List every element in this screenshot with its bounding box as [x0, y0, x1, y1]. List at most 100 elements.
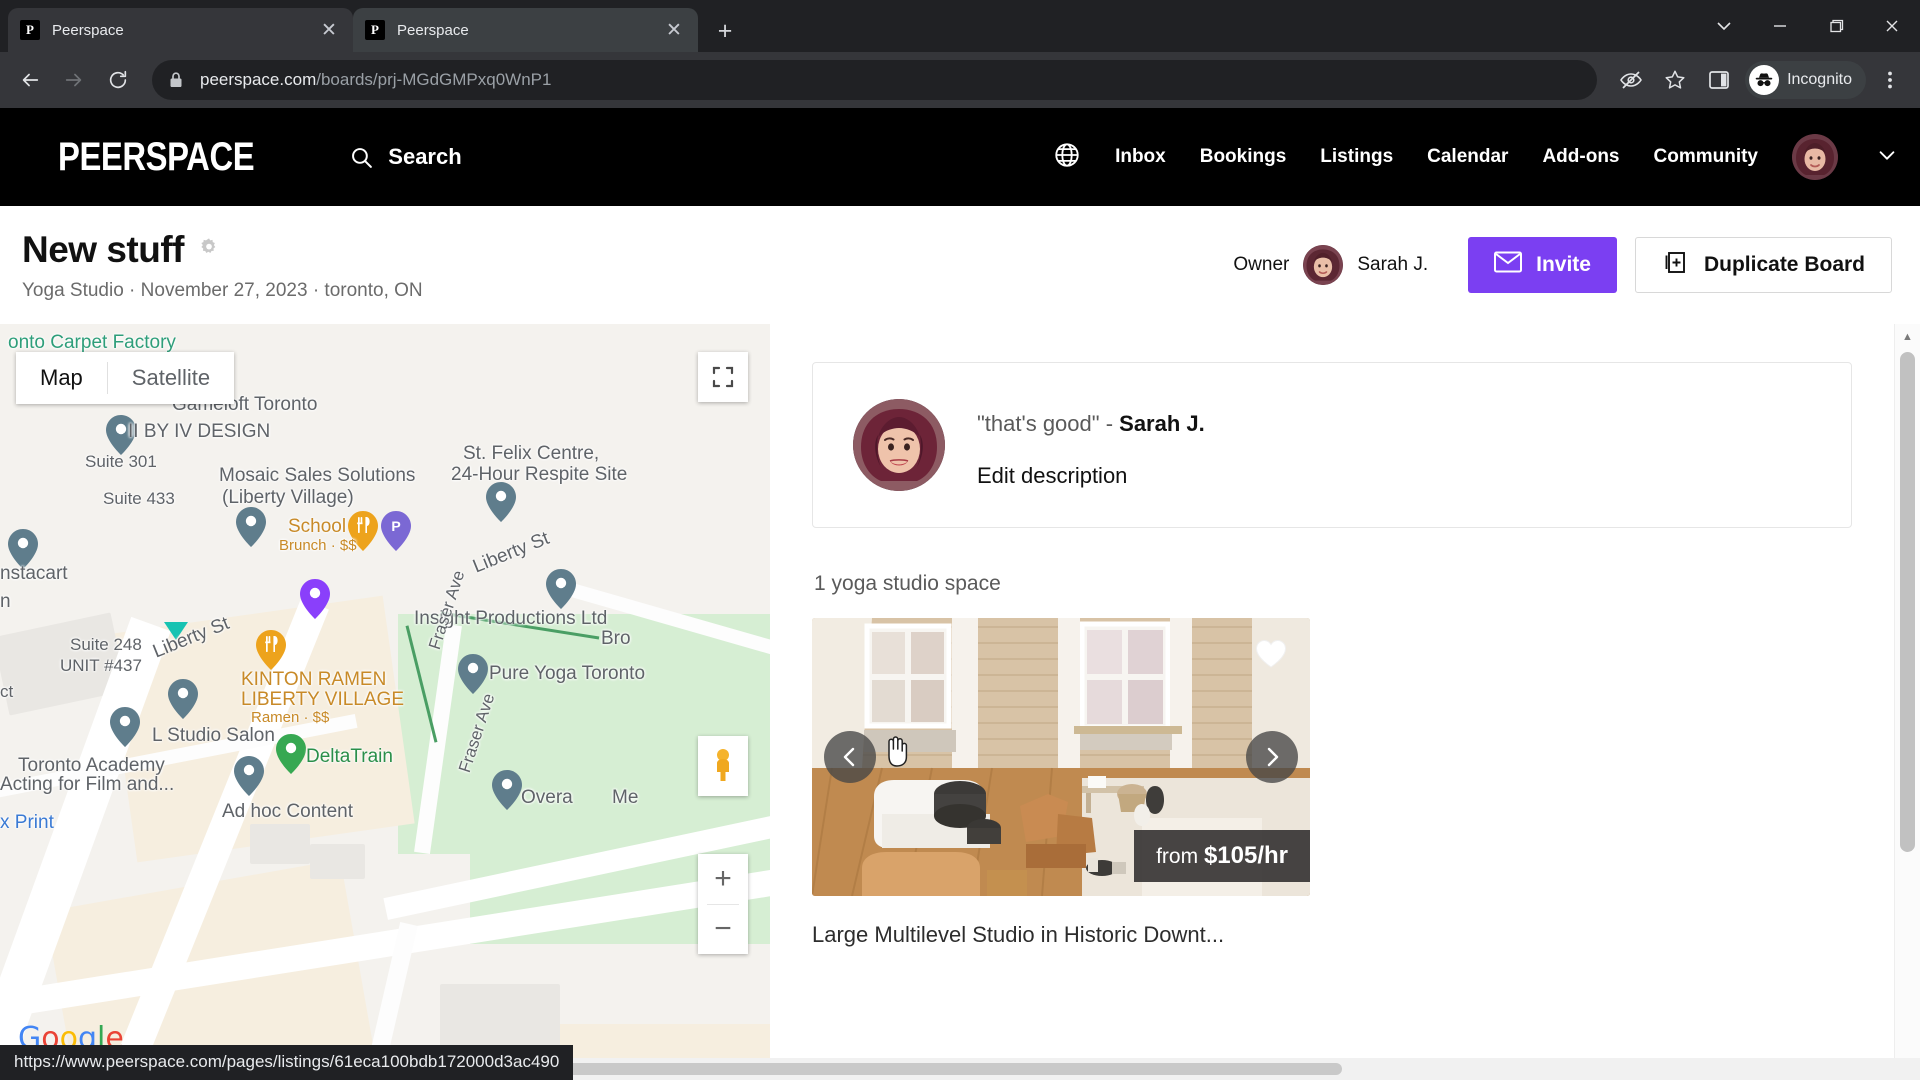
zoom-out-button[interactable]: − [698, 905, 748, 955]
scroll-up-arrow[interactable]: ▲ [1895, 324, 1920, 350]
listing-image[interactable]: from $105/hr [812, 618, 1310, 896]
tab-strip: P Peerspace ✕ P Peerspace ✕ + [0, 0, 1920, 52]
comment-avatar [853, 399, 945, 491]
map-pin-marker[interactable] [234, 756, 264, 796]
gear-icon[interactable] [198, 236, 220, 263]
price-badge: from $105/hr [1134, 830, 1310, 882]
nav-item-listings[interactable]: Listings [1320, 146, 1393, 168]
edit-description-link[interactable]: Edit description [977, 463, 1205, 489]
map-pin-marker[interactable] [492, 770, 522, 810]
map-fullscreen-button[interactable] [698, 352, 748, 402]
nav-item-calendar[interactable]: Calendar [1427, 146, 1508, 168]
svg-text:P: P [391, 518, 400, 534]
map-label: School [288, 516, 347, 537]
map-pin-marker[interactable] [546, 569, 576, 609]
browser-tab-1[interactable]: P Peerspace ✕ [8, 8, 353, 52]
map-pin-marker[interactable] [236, 507, 266, 547]
main-content: P onto Carpet Factory Gameloft Toronto II … [0, 324, 1920, 1080]
board-title-row: New stuff [22, 229, 423, 271]
price-prefix: from [1156, 845, 1204, 868]
scrollbar-thumb[interactable] [1900, 352, 1915, 852]
close-tab-icon[interactable]: ✕ [662, 18, 686, 42]
carousel-prev-button[interactable] [824, 731, 876, 783]
heart-icon[interactable] [1254, 638, 1288, 675]
search-button[interactable]: Search [349, 144, 462, 170]
nav-item-community[interactable]: Community [1654, 146, 1759, 168]
url-text: peerspace.com/boards/prj-MGdGMPxq0WnP1 [200, 70, 552, 89]
three-dot-menu-icon[interactable] [1870, 60, 1910, 100]
map-label: KINTON RAMEN [241, 669, 387, 690]
invite-button[interactable]: Invite [1468, 237, 1617, 293]
nav-item-bookings[interactable]: Bookings [1200, 146, 1287, 168]
map-pin-marker[interactable] [256, 630, 286, 670]
map-label: ct [0, 682, 14, 701]
map-zoom-controls: + − [698, 854, 748, 954]
comment-quote: "that's good" [977, 411, 1100, 436]
vertical-scrollbar[interactable]: ▲ [1894, 324, 1920, 1080]
minimize-button[interactable] [1752, 0, 1808, 52]
map-pin-marker[interactable] [486, 482, 516, 522]
page-viewport: PEERSPACE Search Inbox Bookings Listings… [0, 108, 1920, 1080]
nav-item-addons[interactable]: Add-ons [1542, 146, 1619, 168]
map-type-map[interactable]: Map [16, 352, 107, 404]
map-panel[interactable]: P onto Carpet Factory Gameloft Toronto II … [0, 324, 770, 1080]
side-panel-icon[interactable] [1699, 60, 1739, 100]
reload-icon[interactable] [98, 60, 138, 100]
duplicate-board-button[interactable]: Duplicate Board [1634, 237, 1892, 293]
search-icon [352, 147, 373, 168]
map-pin-marker[interactable] [168, 679, 198, 719]
user-avatar[interactable] [1792, 134, 1838, 180]
map-label: nstacart [0, 563, 68, 584]
map-label: x Print [0, 812, 54, 833]
browser-toolbar: peerspace.com/boards/prj-MGdGMPxq0WnP1 I… [0, 52, 1920, 108]
map-label: UNIT #437 [60, 656, 142, 675]
map-label: n [0, 591, 11, 612]
map-pin-marker[interactable] [110, 707, 140, 747]
chevron-down-icon[interactable] [1876, 144, 1898, 171]
comment-dash: - [1099, 411, 1120, 436]
map-pin-marker[interactable] [276, 734, 306, 774]
comment-body: "that's good" - Sarah J. Edit descriptio… [977, 399, 1205, 489]
browser-window: P Peerspace ✕ P Peerspace ✕ + peerspace.… [0, 0, 1920, 1080]
bookmark-star-icon[interactable] [1655, 60, 1695, 100]
carousel-next-button[interactable] [1246, 731, 1298, 783]
address-bar[interactable]: peerspace.com/boards/prj-MGdGMPxq0WnP1 [152, 60, 1598, 100]
back-arrow-icon[interactable] [10, 60, 50, 100]
forward-arrow-icon[interactable] [54, 60, 94, 100]
maximize-button[interactable] [1808, 0, 1864, 52]
eye-slash-icon[interactable] [1611, 60, 1651, 100]
listing-title[interactable]: Large Multilevel Studio in Historic Down… [812, 922, 1310, 948]
map-pin-marker[interactable] [300, 579, 330, 619]
peerspace-logo[interactable]: PEERSPACE [58, 135, 255, 180]
incognito-label: Incognito [1787, 71, 1852, 88]
zoom-in-button[interactable]: + [698, 854, 748, 904]
map-label: Overa [521, 787, 573, 808]
tab-title: Peerspace [397, 21, 469, 39]
envelope-icon [1494, 251, 1523, 279]
nav-item-inbox[interactable]: Inbox [1115, 146, 1166, 168]
incognito-indicator[interactable]: Incognito [1745, 61, 1866, 99]
browser-tab-2[interactable]: P Peerspace ✕ [353, 8, 698, 52]
search-label: Search [388, 144, 462, 169]
map-label: II BY IV DESIGN [128, 421, 271, 442]
map-label: 24-Hour Respite Site [451, 464, 628, 485]
map-pin-marker[interactable] [458, 654, 488, 694]
board-info: New stuff Yoga Studio · November 27, 202… [22, 229, 423, 302]
board-details-panel: "that's good" - Sarah J. Edit descriptio… [770, 324, 1920, 1080]
close-window-button[interactable] [1864, 0, 1920, 52]
street-view-pegman-icon[interactable] [698, 736, 748, 796]
map-label: Acting for Film and... [0, 774, 175, 795]
page-title: New stuff [22, 228, 185, 270]
incognito-avatar-icon [1749, 65, 1780, 95]
globe-icon[interactable] [1053, 141, 1081, 174]
map-type-satellite[interactable]: Satellite [108, 352, 234, 404]
listing-card[interactable]: from $105/hr Large Multilevel Studio in … [812, 618, 1310, 948]
close-tab-icon[interactable]: ✕ [317, 18, 341, 42]
map-label: Bro [601, 628, 631, 649]
map-pin-marker[interactable]: P [381, 511, 411, 551]
new-tab-button[interactable]: + [708, 14, 742, 48]
duplicate-label: Duplicate Board [1703, 253, 1865, 276]
tab-search-icon[interactable] [1696, 0, 1752, 52]
invite-label: Invite [1536, 253, 1591, 276]
map-label: Brunch · $$ [279, 537, 357, 554]
